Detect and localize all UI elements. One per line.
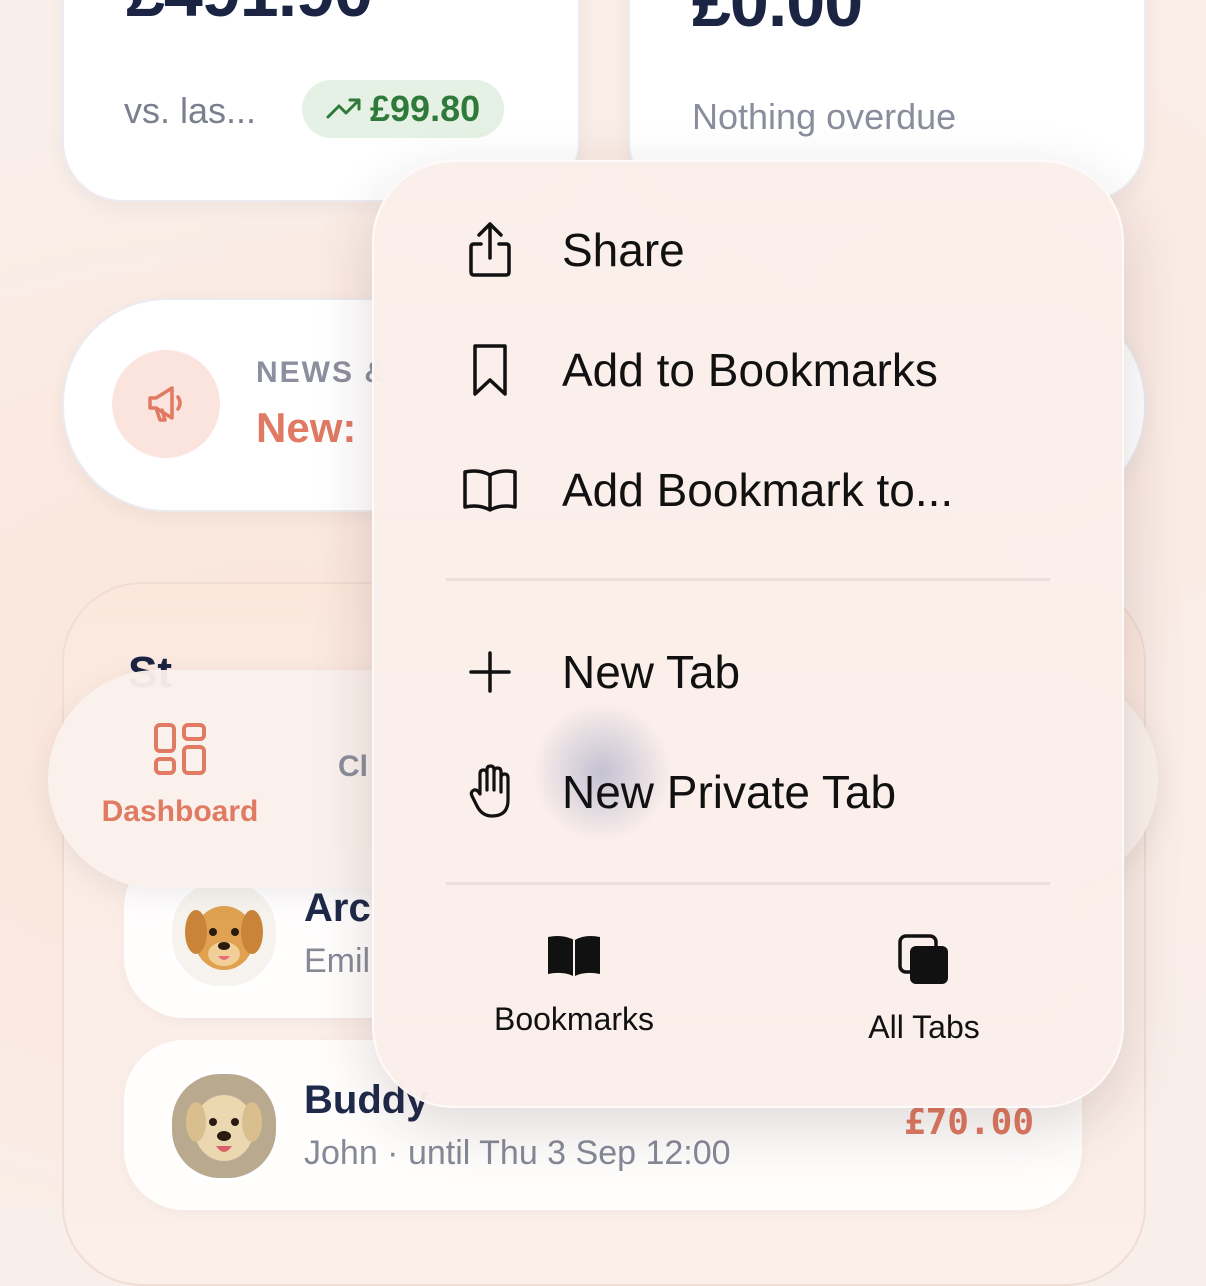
dashboard-grid-icon xyxy=(153,722,207,781)
menu-label-new-tab: New Tab xyxy=(562,646,741,698)
menu-bookmarks-button[interactable]: Bookmarks xyxy=(484,934,664,1038)
nav-dashboard[interactable]: Dashboard xyxy=(100,722,260,829)
menu-label-new-private-tab: New Private Tab xyxy=(562,766,897,818)
news-title: New: xyxy=(256,404,357,451)
menu-item-add-to-bookmarks[interactable]: Add to Bookmarks xyxy=(374,310,1122,430)
context-menu: Share Add to Bookmarks Add Bookmark to..… xyxy=(372,160,1124,1108)
all-tabs-label: All Tabs xyxy=(868,1009,980,1045)
menu-divider xyxy=(446,882,1050,885)
pet-subtitle: Emil xyxy=(304,942,371,980)
pet-price: £70.00 xyxy=(903,1102,1034,1143)
comparison-label: vs. las... xyxy=(124,90,257,131)
menu-item-share[interactable]: Share xyxy=(374,190,1122,310)
menu-item-add-bookmark-to[interactable]: Add Bookmark to... xyxy=(374,430,1122,550)
avatar xyxy=(168,878,280,990)
book-filled-icon xyxy=(546,934,602,983)
menu-all-tabs-button[interactable]: All Tabs xyxy=(849,934,999,1046)
pet-name: Arc xyxy=(304,886,371,930)
hand-icon xyxy=(454,756,526,828)
overdue-status: Nothing overdue xyxy=(692,96,957,137)
pet-subtitle: John · until Thu 3 Sep 12:00 xyxy=(304,1134,731,1172)
book-open-icon xyxy=(454,454,526,526)
bookmarks-label: Bookmarks xyxy=(493,1001,655,1037)
megaphone-icon xyxy=(112,350,220,458)
trend-badge: £99.80 xyxy=(302,80,505,138)
nav-clients[interactable]: Cl xyxy=(338,750,368,784)
share-icon xyxy=(454,214,526,286)
menu-label-share: Share xyxy=(562,224,685,276)
menu-label-add-bookmark-to: Add Bookmark to... xyxy=(562,464,954,516)
nav-clients-label: Cl xyxy=(338,750,368,783)
plus-icon xyxy=(454,636,526,708)
tabs-stack-icon xyxy=(898,934,950,991)
bookmark-icon xyxy=(454,334,526,406)
menu-item-new-private-tab[interactable]: New Private Tab xyxy=(374,732,1122,852)
menu-label-add-to-bookmarks: Add to Bookmarks xyxy=(562,344,938,396)
menu-item-new-tab[interactable]: New Tab xyxy=(374,612,1122,732)
avatar xyxy=(168,1070,280,1182)
trend-value: £99.80 xyxy=(370,88,481,129)
trend-up-icon xyxy=(326,88,362,130)
news-kicker: NEWS & xyxy=(256,356,388,389)
nav-dashboard-label: Dashboard xyxy=(101,795,259,828)
menu-divider xyxy=(446,578,1050,581)
earnings-amount: £491.90 xyxy=(126,0,373,32)
overdue-amount: £0.00 xyxy=(692,0,863,41)
